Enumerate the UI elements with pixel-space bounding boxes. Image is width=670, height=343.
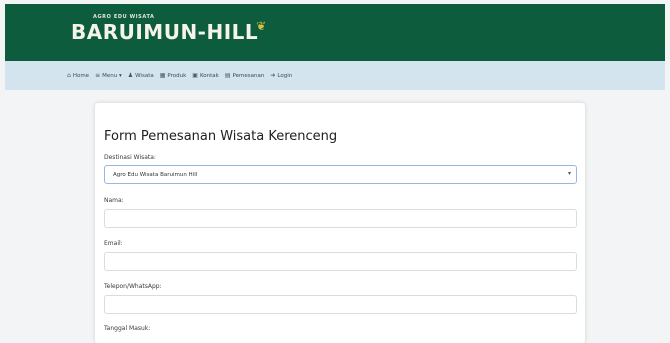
- nav-item-home[interactable]: ⌂ Home: [67, 72, 89, 79]
- main-nav: ⌂ Home ≡ Menu ▾ ♟ Wisata ▦ Produk ▣ Kont…: [5, 61, 665, 90]
- destination-label: Destinasi Wisata:: [104, 154, 156, 161]
- logo-name: BARUIMUN-HILL: [71, 20, 259, 44]
- nav-item-label: Login: [277, 72, 293, 79]
- name-label: Nama:: [104, 197, 124, 204]
- contact-icon: ▣: [192, 72, 198, 79]
- shop-icon: ▦: [159, 72, 166, 79]
- nav-item-produk[interactable]: ▦ Produk: [160, 72, 187, 79]
- site-logo[interactable]: AGRO EDU WISATA BARUIMUN-HILL ❦: [71, 13, 267, 53]
- leaf-icon: ❦: [256, 19, 267, 33]
- nav-item-kontak[interactable]: ▣ Kontak: [192, 72, 219, 79]
- nav-item-label: Produk: [167, 72, 187, 79]
- email-input[interactable]: [104, 252, 577, 271]
- phone-label: Telepon/WhatsApp:: [104, 283, 162, 290]
- nav-item-login[interactable]: ➜ Login: [270, 72, 292, 79]
- nav-item-label: Pemesanan: [232, 72, 265, 79]
- nav-item-label: Kontak: [199, 72, 219, 79]
- nav-item-wisata[interactable]: ♟ Wisata: [128, 72, 154, 79]
- nav-item-label: Wisata: [135, 72, 154, 79]
- chevron-down-icon: ▾: [567, 170, 571, 177]
- destination-value: Agro Edu Wisata Baruimun Hill: [113, 171, 198, 178]
- date-label: Tanggal Masuk:: [104, 325, 151, 332]
- menu-icon: ≡: [95, 72, 101, 79]
- booking-form-card: Form Pemesanan Wisata Kerenceng Destinas…: [95, 103, 585, 343]
- person-icon: ♟: [127, 72, 134, 79]
- nav-item-label: Home: [72, 72, 90, 79]
- email-label: Email:: [104, 240, 123, 247]
- form-title: Form Pemesanan Wisata Kerenceng: [104, 129, 338, 144]
- name-input[interactable]: [104, 209, 577, 228]
- destination-select[interactable]: Agro Edu Wisata Baruimun Hill ▾: [104, 165, 577, 184]
- site-header: AGRO EDU WISATA BARUIMUN-HILL ❦: [5, 4, 665, 61]
- phone-input[interactable]: [104, 295, 577, 314]
- nav-item-label: Menu ▾: [102, 72, 122, 79]
- home-icon: ⌂: [67, 72, 71, 79]
- login-icon: ➜: [270, 72, 276, 79]
- nav-item-pemesanan[interactable]: ▤ Pemesanan: [225, 72, 265, 79]
- nav-item-menu[interactable]: ≡ Menu ▾: [95, 72, 122, 79]
- order-icon: ▤: [224, 72, 231, 79]
